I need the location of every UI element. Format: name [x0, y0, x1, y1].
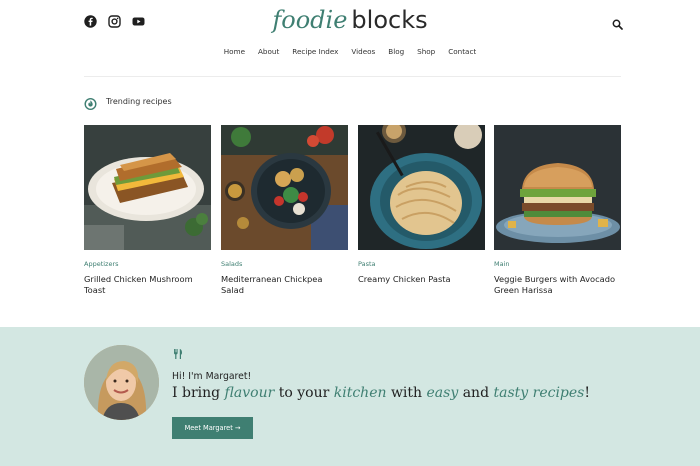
recipe-title[interactable]: Creamy Chicken Pasta: [358, 274, 485, 285]
tagline-part: with: [390, 385, 423, 401]
recipe-image-grilled-toast[interactable]: [84, 125, 211, 250]
recipe-image-veggie-burger[interactable]: [494, 125, 621, 250]
search-icon[interactable]: [612, 15, 623, 30]
recipe-category[interactable]: Appetizers: [84, 260, 211, 268]
tagline-highlight: flavour: [224, 385, 275, 401]
recipe-title[interactable]: Mediterranean Chickpea Salad: [221, 274, 348, 296]
tagline-highlight: kitchen: [333, 385, 387, 401]
recipe-category[interactable]: Pasta: [358, 260, 485, 268]
tagline-part: and: [462, 385, 490, 401]
recipe-category[interactable]: Salads: [221, 260, 348, 268]
site-logo[interactable]: foodie blocks: [0, 6, 700, 34]
recipe-image-creamy-pasta[interactable]: [358, 125, 485, 250]
about-band: Hi! I'm Margaret! I bring flavour to you…: [0, 327, 700, 466]
tagline-part: to your: [278, 385, 330, 401]
recipe-card[interactable]: Pasta Creamy Chicken Pasta: [358, 125, 485, 285]
tagline: I bring flavour to your kitchen with eas…: [172, 385, 590, 401]
logo-text: blocks: [351, 6, 428, 34]
main-nav: Home About Recipe Index Videos Blog Shop…: [0, 47, 700, 56]
nav-item-recipe-index[interactable]: Recipe Index: [292, 47, 338, 56]
trending-heading: Trending recipes: [84, 95, 172, 111]
nav-item-videos[interactable]: Videos: [351, 47, 375, 56]
recipe-card[interactable]: Salads Mediterranean Chickpea Salad: [221, 125, 348, 296]
nav-item-about[interactable]: About: [258, 47, 279, 56]
recipe-image-chickpea-salad[interactable]: [221, 125, 348, 250]
tagline-highlight: tasty recipes: [493, 385, 585, 401]
fork-knife-icon: [172, 345, 184, 359]
trending-label: Trending recipes: [106, 97, 172, 106]
tagline-part: I bring: [172, 385, 221, 401]
avatar: [84, 345, 159, 420]
nav-item-home[interactable]: Home: [224, 47, 245, 56]
meet-margaret-button[interactable]: Meet Margaret →: [172, 417, 253, 439]
recipe-card[interactable]: Main Veggie Burgers with Avocado Green H…: [494, 125, 621, 296]
logo-script-text: foodie: [272, 6, 348, 34]
recipe-card[interactable]: Appetizers Grilled Chicken Mushroom Toas…: [84, 125, 211, 296]
flame-icon: [84, 95, 97, 111]
recipe-title[interactable]: Veggie Burgers with Avocado Green Hariss…: [494, 274, 621, 296]
nav-item-contact[interactable]: Contact: [448, 47, 476, 56]
nav-item-blog[interactable]: Blog: [388, 47, 404, 56]
greeting: Hi! I'm Margaret!: [172, 371, 252, 382]
tagline-part: !: [584, 385, 590, 401]
header-divider: [84, 76, 621, 77]
recipe-title[interactable]: Grilled Chicken Mushroom Toast: [84, 274, 211, 296]
nav-item-shop[interactable]: Shop: [417, 47, 435, 56]
trending-cards: Appetizers Grilled Chicken Mushroom Toas…: [84, 125, 621, 300]
recipe-category[interactable]: Main: [494, 260, 621, 268]
tagline-highlight: easy: [426, 385, 459, 401]
site-header: foodie blocks Home About Recipe Index Vid…: [0, 0, 700, 76]
